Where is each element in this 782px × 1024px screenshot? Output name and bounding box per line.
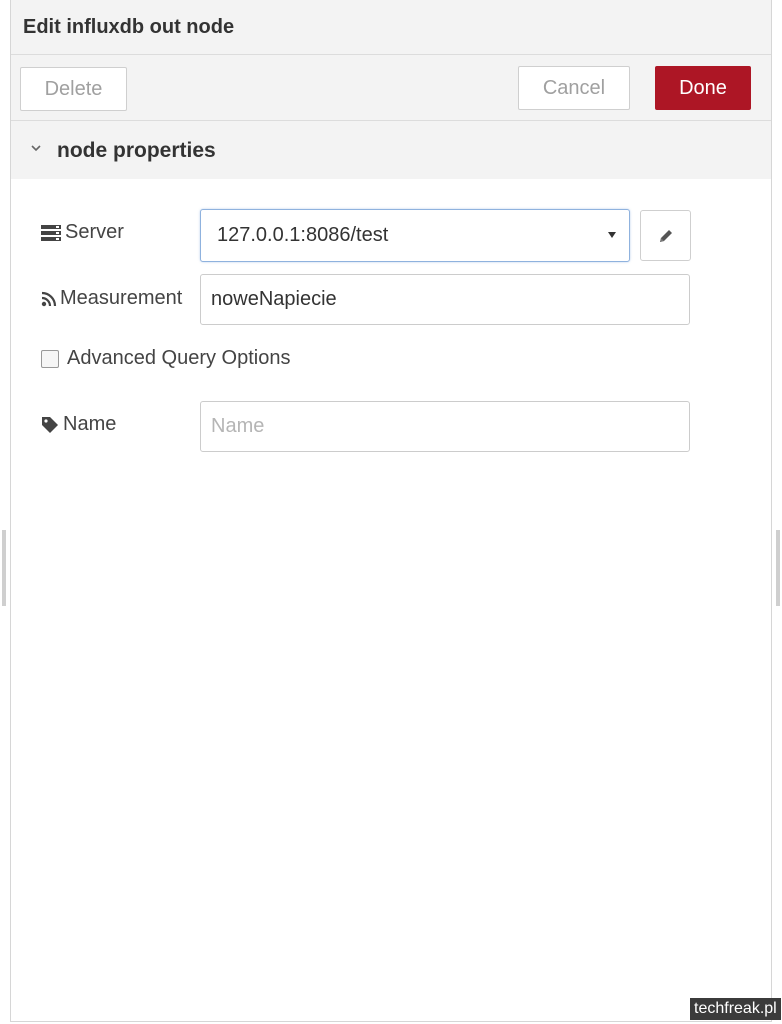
server-select-value: 127.0.0.1:8086/test [217, 224, 389, 246]
tray-toolbar: Delete Cancel Done [11, 55, 771, 121]
measurement-label-text: Measurement [60, 287, 183, 309]
delete-button[interactable]: Delete [20, 67, 127, 111]
measurement-label: Measurement [41, 287, 182, 310]
name-label: Name [41, 413, 116, 436]
tray-title: Edit influxdb out node [23, 16, 235, 38]
name-input[interactable] [200, 401, 690, 452]
chevron-down-icon [31, 145, 41, 152]
node-properties-section-header[interactable]: node properties [11, 121, 771, 179]
measurement-input[interactable] [200, 274, 690, 325]
edit-server-button[interactable] [640, 210, 691, 261]
section-title: node properties [57, 139, 216, 162]
server-icon [41, 224, 61, 241]
rss-icon [41, 291, 57, 306]
left-resize-handle[interactable] [2, 530, 6, 606]
name-label-text: Name [63, 413, 117, 435]
advanced-query-options-label[interactable]: Advanced Query Options [67, 347, 290, 370]
edit-node-tray: Edit influxdb out node Delete Cancel Don… [10, 0, 772, 1022]
dropdown-arrow-icon [608, 232, 616, 238]
right-resize-handle[interactable] [776, 530, 780, 606]
server-label-text: Server [65, 221, 124, 243]
watermark: techfreak.pl [690, 998, 781, 1020]
advanced-query-options-checkbox[interactable] [41, 350, 59, 368]
done-button[interactable]: Done [655, 66, 751, 110]
server-select[interactable]: 127.0.0.1:8086/test [200, 209, 630, 262]
server-label: Server [41, 221, 124, 244]
tray-header: Edit influxdb out node [11, 0, 771, 55]
tag-icon [42, 416, 58, 433]
pencil-icon [660, 230, 672, 242]
cancel-button[interactable]: Cancel [518, 66, 630, 110]
